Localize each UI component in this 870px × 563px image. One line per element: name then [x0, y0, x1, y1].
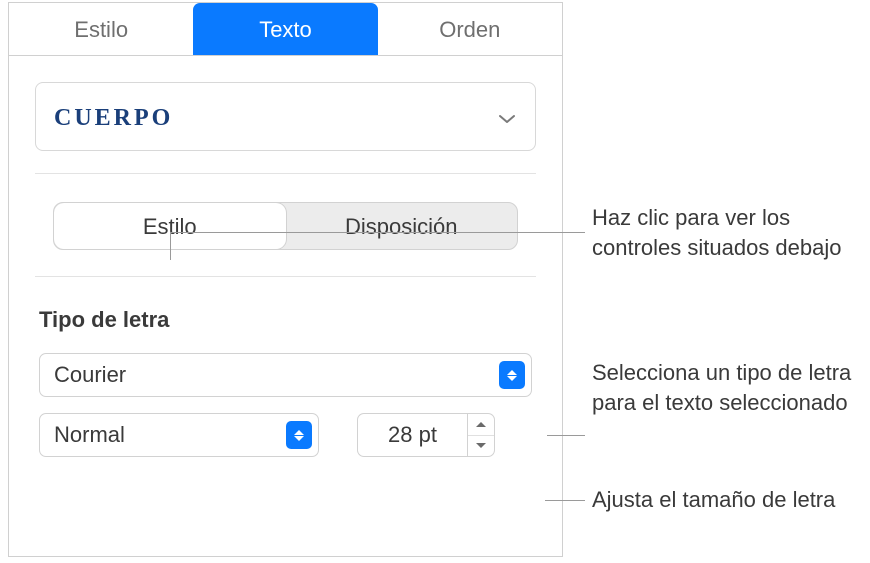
callout-leader	[545, 500, 585, 501]
inspector-tabs: Estilo Texto Orden	[9, 3, 562, 56]
font-family-popup[interactable]: Courier	[39, 353, 532, 397]
font-size-input[interactable]	[357, 413, 467, 457]
font-weight-popup[interactable]: Normal	[39, 413, 319, 457]
font-size-step-down[interactable]	[468, 436, 494, 457]
divider	[35, 173, 536, 174]
font-size-group	[357, 413, 495, 457]
callout-font-size: Ajusta el tamaño de letra	[592, 485, 852, 515]
text-subtabs: Estilo Disposición	[53, 202, 518, 250]
font-weight-value: Normal	[54, 422, 286, 448]
font-size-stepper	[467, 413, 495, 457]
callout-leader	[170, 232, 585, 233]
callout-leader	[547, 435, 585, 436]
callout-leader	[170, 232, 171, 260]
divider	[35, 276, 536, 277]
chevron-down-icon	[497, 109, 517, 129]
font-section-label: Tipo de letra	[39, 307, 532, 333]
tab-order[interactable]: Orden	[378, 3, 562, 55]
tab-text[interactable]: Texto	[193, 3, 377, 55]
font-family-value: Courier	[54, 362, 499, 388]
format-inspector-panel: Estilo Texto Orden CUERPO Estilo Disposi…	[8, 2, 563, 557]
subtab-layout[interactable]: Disposición	[286, 203, 518, 249]
popup-arrows-icon	[286, 421, 312, 449]
callout-font-family: Selecciona un tipo de letra para el text…	[592, 358, 852, 417]
paragraph-style-popup[interactable]: CUERPO	[35, 82, 536, 151]
tab-style[interactable]: Estilo	[9, 3, 193, 55]
callout-subtabs: Haz clic para ver los controles situados…	[592, 203, 852, 262]
paragraph-style-label: CUERPO	[54, 105, 173, 132]
popup-arrows-icon	[499, 361, 525, 389]
font-size-step-up[interactable]	[468, 414, 494, 436]
